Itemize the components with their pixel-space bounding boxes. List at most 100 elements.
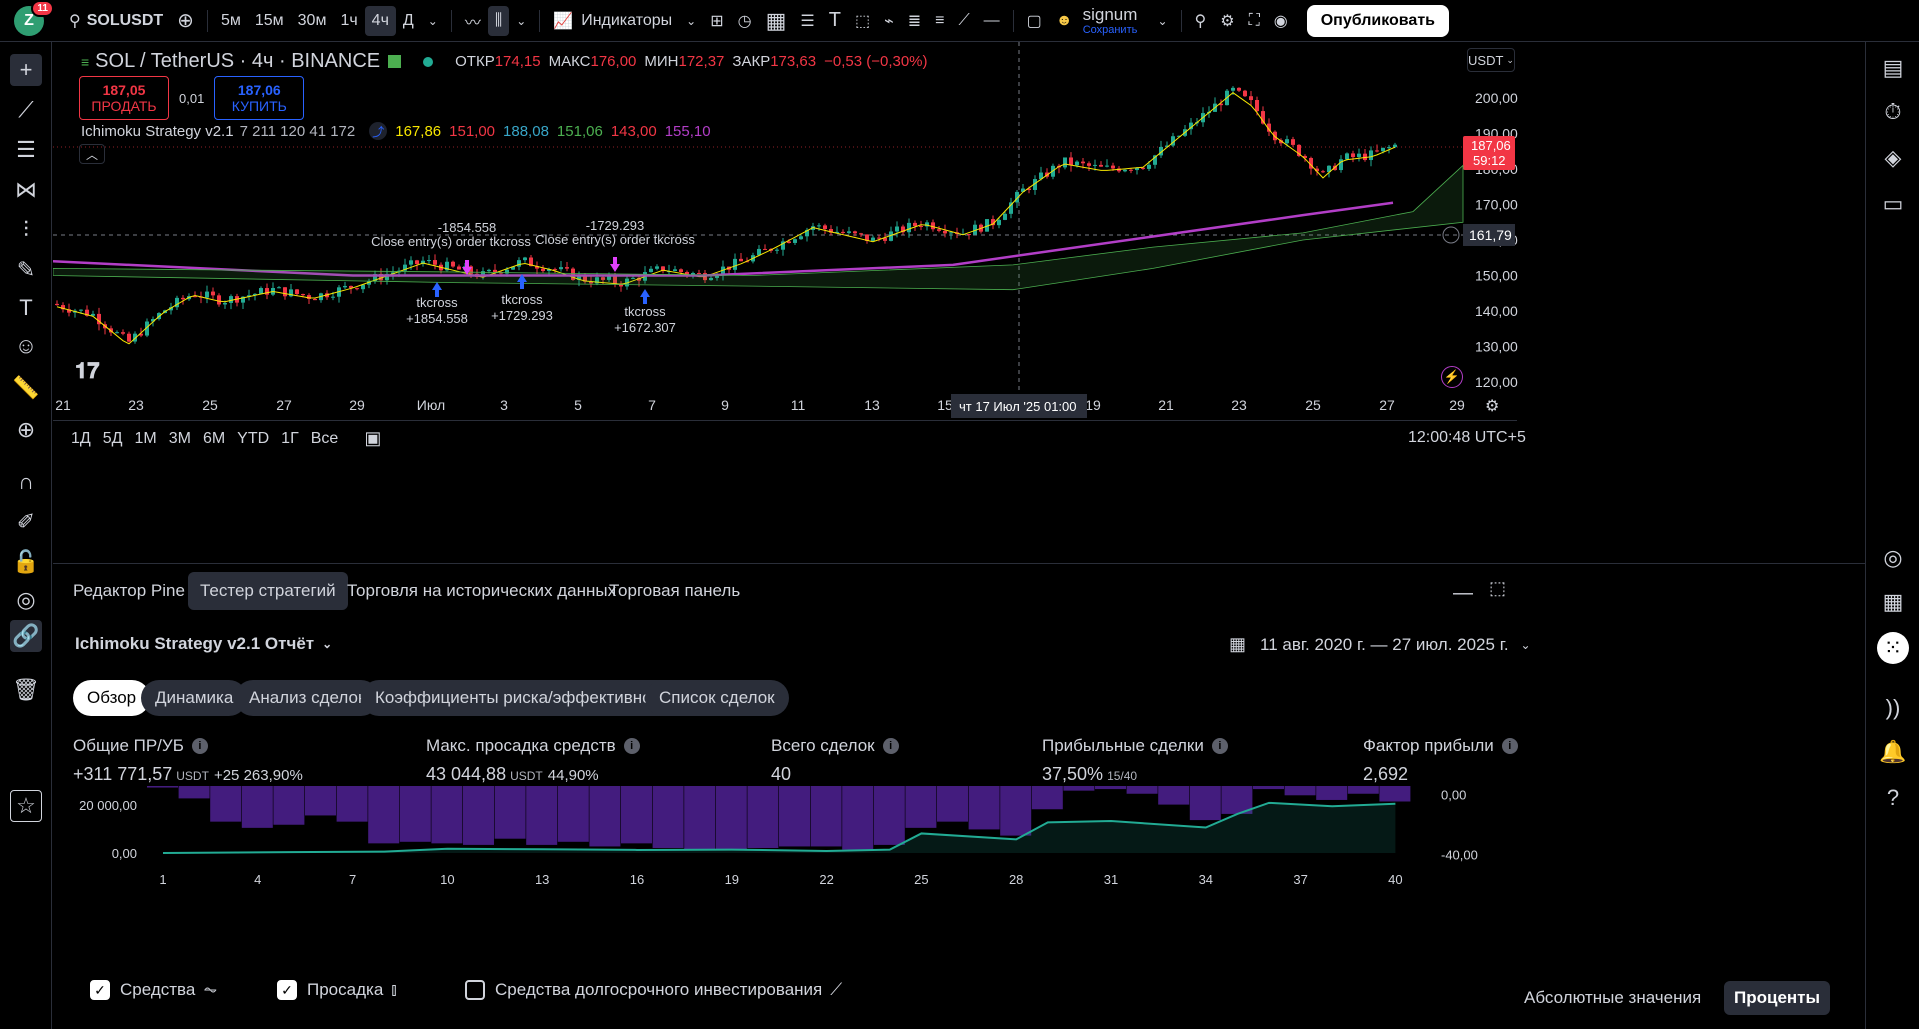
- tab-trading-panel[interactable]: Торговая панель: [597, 572, 752, 610]
- apps-grid-icon[interactable]: ⁙: [1877, 632, 1909, 664]
- candlestick-canvas[interactable]: 200,00190,00180,00170,00160,00150,00140,…: [53, 42, 1865, 562]
- flag-icon[interactable]: [388, 55, 402, 68]
- range-all[interactable]: Все: [311, 430, 339, 448]
- ruler-icon[interactable]: 📏: [10, 372, 42, 404]
- user-menu-button[interactable]: ☻ signum Сохранить: [1049, 6, 1151, 36]
- hline-tool-icon[interactable]: —: [977, 6, 1007, 36]
- buy-button[interactable]: 187,06 КУПИТЬ: [214, 76, 305, 120]
- star-icon[interactable]: ☆: [10, 790, 42, 822]
- info-icon[interactable]: i: [1211, 738, 1228, 754]
- range-1y[interactable]: 1Г: [281, 430, 299, 448]
- trend-tool-icon[interactable]: ⟋: [951, 6, 976, 36]
- link-icon[interactable]: 🔗: [10, 620, 42, 652]
- range-1m[interactable]: 1М: [134, 430, 156, 448]
- quick-search-icon[interactable]: ⚲: [1188, 6, 1214, 36]
- pattern-tool-icon[interactable]: ⌁: [877, 6, 901, 36]
- lightning-icon[interactable]: ⚡: [1441, 366, 1463, 388]
- chat-icon[interactable]: ▭: [1877, 188, 1909, 220]
- collapse-legend-chevron-icon[interactable]: ︿: [79, 144, 105, 164]
- camera-snapshot-icon[interactable]: ◉: [1267, 6, 1295, 36]
- text-tool-icon[interactable]: T: [822, 6, 848, 36]
- equity-chart[interactable]: 20 000,00 0,00 0,00 -40,00 1 4 7 10 13 16 19 22 25 28…: [53, 786, 1865, 966]
- range-ytd[interactable]: YTD: [237, 430, 269, 448]
- tab-strategy-tester[interactable]: Тестер стратегий: [188, 572, 348, 610]
- subtab-overview[interactable]: Обзор: [73, 680, 151, 716]
- prediction-icon[interactable]: ⫶: [10, 214, 42, 246]
- info-icon[interactable]: i: [882, 738, 899, 754]
- date-range-selector[interactable]: ▦ 11 авг. 2020 г. — 27 июл. 2025 г. ⌄: [1229, 634, 1531, 655]
- rect-tool-icon[interactable]: ⬚: [848, 6, 877, 36]
- emoji-icon[interactable]: ☺: [10, 330, 42, 362]
- range-1d[interactable]: 1Д: [71, 430, 91, 448]
- help-icon[interactable]: ?: [1877, 782, 1909, 814]
- strategy-legend[interactable]: Ichimoku Strategy v2.1 7 211 120 41 172 …: [81, 122, 711, 140]
- publish-button[interactable]: Опубликовать: [1306, 4, 1449, 37]
- bell-icon[interactable]: 🔔: [1877, 736, 1909, 768]
- interval-15m[interactable]: 15м: [248, 6, 291, 36]
- brush-icon[interactable]: ✎: [10, 254, 42, 286]
- interval-1d[interactable]: Д: [396, 6, 421, 36]
- info-icon[interactable]: i: [191, 738, 208, 754]
- grid-tool-icon[interactable]: ▦: [759, 6, 794, 36]
- zoom-icon[interactable]: ⊕: [10, 414, 42, 446]
- text-icon[interactable]: T: [10, 292, 42, 324]
- checkbox-buy-hold[interactable]: Средства долгосрочного инвестирования ⟋: [465, 980, 842, 1000]
- watchlist-icon[interactable]: ▤: [1877, 52, 1909, 84]
- range-3m[interactable]: 3М: [169, 430, 191, 448]
- layout-square-icon[interactable]: ▢: [1020, 6, 1049, 36]
- alert-clock-icon[interactable]: ◷: [731, 6, 759, 36]
- tab-pine-editor[interactable]: Редактор Pine: [61, 572, 197, 610]
- currency-selector[interactable]: USDT ⌄: [1467, 48, 1515, 72]
- percent-toggle[interactable]: Проценты: [1724, 981, 1831, 1015]
- report-title-dropdown[interactable]: Ichimoku Strategy v2.1 Отчёт ⌄: [75, 634, 332, 654]
- alerts-clock-icon[interactable]: ⏱: [1877, 96, 1909, 128]
- sell-button[interactable]: 187,05 ПРОДАТЬ: [79, 76, 169, 120]
- fib-icon[interactable]: ☰: [10, 134, 42, 166]
- compare-add-icon[interactable]: ⊕: [170, 6, 201, 36]
- interval-4h[interactable]: 4ч: [364, 5, 396, 36]
- indicators-chevron-icon[interactable]: ⌄: [679, 6, 703, 36]
- user-menu-chevron-icon[interactable]: ⌄: [1150, 6, 1174, 36]
- minimize-icon[interactable]: —: [1453, 582, 1473, 605]
- calendar-icon[interactable]: ▦: [1877, 586, 1909, 618]
- info-icon[interactable]: i: [623, 738, 640, 754]
- stream-icon[interactable]: )): [1877, 692, 1909, 724]
- symbol-search-button[interactable]: ⚲ SOLUSDT: [62, 6, 170, 36]
- range-6m[interactable]: 6М: [203, 430, 225, 448]
- layout-grid-icon[interactable]: ⊞: [703, 6, 730, 36]
- eye-icon[interactable]: ◎: [10, 584, 42, 616]
- interval-1h[interactable]: 1ч: [333, 6, 364, 36]
- interval-dropdown-chevron-icon[interactable]: ⌄: [421, 6, 445, 36]
- trendline-icon[interactable]: ⟋: [10, 94, 42, 126]
- magnet-icon[interactable]: ∩: [10, 466, 42, 498]
- subtab-trade-list[interactable]: Список сделок: [645, 680, 789, 716]
- lock-icon[interactable]: 🔓: [10, 546, 42, 578]
- date-range-calendar-icon[interactable]: ▣: [364, 428, 381, 449]
- crosshair-icon[interactable]: +: [10, 54, 42, 86]
- tab-replay-trading[interactable]: Торговля на исторических данных: [335, 572, 628, 610]
- gann-tool-icon[interactable]: ≡: [928, 6, 951, 36]
- price-chart[interactable]: 200,00190,00180,00170,00160,00150,00140,…: [53, 42, 1865, 562]
- absolute-values-toggle[interactable]: Абсолютные значения: [1524, 988, 1701, 1008]
- chart-type-chevron-icon[interactable]: ⌄: [509, 6, 533, 36]
- maximize-icon[interactable]: ⬚: [1489, 578, 1506, 599]
- subtab-risk-ratios[interactable]: Коэффициенты риска/эффективности: [361, 680, 692, 716]
- info-icon[interactable]: i: [1501, 738, 1518, 754]
- checkbox-equity[interactable]: ✓ Средства ⏦: [90, 980, 217, 1000]
- lines-tool-icon[interactable]: ☰: [793, 6, 821, 36]
- chart-type-line-icon[interactable]: 〰: [458, 6, 488, 36]
- indicators-button[interactable]: 📈 Индикаторы: [546, 6, 679, 36]
- subtab-trade-analysis[interactable]: Анализ сделок: [235, 680, 380, 716]
- chart-type-candles-icon[interactable]: ⫼: [487, 5, 510, 36]
- range-5d[interactable]: 5Д: [103, 430, 123, 448]
- interval-30m[interactable]: 30м: [291, 6, 334, 36]
- fullscreen-icon[interactable]: ⛶: [1242, 6, 1267, 36]
- trash-icon[interactable]: 🗑: [10, 674, 42, 706]
- subtab-dynamics[interactable]: Динамика: [141, 680, 248, 716]
- symbol-title[interactable]: SOL / TetherUS · 4ч · BINANCE: [95, 50, 380, 73]
- user-avatar[interactable]: Z 11: [14, 0, 54, 36]
- checkbox-drawdown[interactable]: ✓ Просадка ⫾: [277, 980, 397, 1000]
- clock-timezone[interactable]: 12:00:48 UTC+5: [1408, 429, 1526, 447]
- pattern-icon[interactable]: ⋈: [10, 174, 42, 206]
- target-icon[interactable]: ◎: [1877, 542, 1909, 574]
